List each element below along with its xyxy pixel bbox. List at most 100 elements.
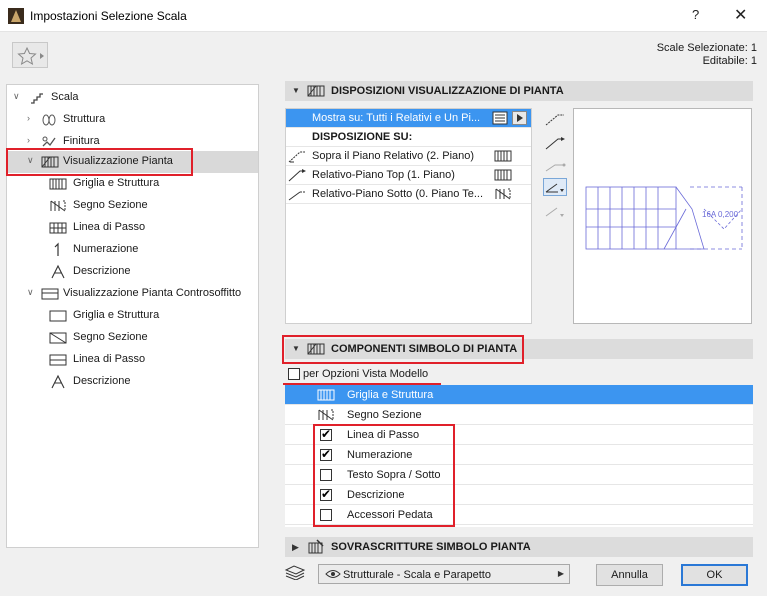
stair-top-icon — [288, 169, 308, 182]
cancel-button[interactable]: Annulla — [596, 564, 663, 586]
show-on-label: Mostra su: Tutti i Relativi e Un Pi... — [312, 112, 481, 124]
component-label: Griglia e Struttura — [347, 389, 434, 401]
tree-item-label: Descrizione — [73, 265, 131, 277]
display-layout-list: Mostra su: Tutti i Relativi e Un Pi... D… — [285, 108, 532, 324]
layout-row-label: Relativo-Piano Top (1. Piano) — [312, 169, 455, 181]
layout-row-label: Relativo-Piano Sotto (0. Piano Te... — [312, 188, 484, 200]
tree-item-label: Visualizzazione Pianta Controsoffitto — [63, 287, 242, 299]
section-mark-outline-icon — [49, 330, 67, 346]
tree-item-label: Segno Sezione — [73, 331, 148, 343]
editable-count: Editabile: 1 — [702, 55, 757, 67]
close-button[interactable]: ✕ — [734, 5, 747, 25]
tree-item-label: Linea di Passo — [73, 353, 146, 365]
ok-button[interactable]: OK — [681, 564, 748, 586]
expand-triangle-icon[interactable]: ▶ — [292, 542, 299, 553]
list-icon — [492, 111, 508, 125]
component-label: Segno Sezione — [347, 409, 422, 421]
chevron-down-icon[interactable]: ∨ — [27, 287, 37, 298]
grid-structure-icon — [494, 150, 512, 162]
walking-line-icon — [49, 220, 67, 236]
help-button[interactable]: ? — [692, 7, 699, 22]
tree-item-visualizzazione-controsoffitto[interactable]: ∨ Visualizzazione Pianta Controsoffitto — [7, 283, 258, 305]
archicad-app-icon — [8, 8, 24, 24]
tree-item-linea-passo-rcp[interactable]: Linea di Passo — [7, 349, 258, 371]
collapse-triangle-icon[interactable]: ▼ — [292, 86, 300, 95]
play-arrow-button[interactable] — [512, 111, 527, 125]
eye-icon — [325, 568, 341, 580]
stair-bottom-tool[interactable] — [543, 202, 567, 220]
tree-item-linea-passo[interactable]: Linea di Passo — [7, 217, 258, 239]
chevron-right-icon[interactable]: › — [27, 135, 37, 145]
tree-item-descrizione[interactable]: Descrizione — [7, 261, 258, 283]
stair-middle-tool[interactable] — [543, 158, 567, 176]
stair-drawing: 16A 0,200 — [585, 186, 743, 250]
tree-item-griglia-struttura[interactable]: Griglia e Struttura — [7, 173, 258, 195]
grid-structure-icon — [49, 176, 67, 192]
model-view-value: Strutturale - Scala e Parapetto — [343, 569, 491, 581]
plan-view-icon — [307, 83, 325, 99]
layout-on-heading-row: DISPOSIZIONE SU: — [286, 128, 531, 147]
stair-below-icon — [288, 188, 308, 201]
stair-top-tool[interactable] — [543, 134, 567, 152]
tree-item-segno-sezione-rcp[interactable]: Segno Sezione — [7, 327, 258, 349]
stair-plan-preview: 16A 0,200 — [573, 108, 752, 324]
description-icon — [49, 374, 65, 390]
highlight-box-tree — [6, 148, 193, 176]
layout-row[interactable]: Sopra il Piano Relativo (2. Piano) — [286, 147, 531, 166]
ceiling-plan-icon — [41, 286, 59, 302]
stair-above-icon — [288, 150, 308, 163]
tree-item-descrizione-rcp[interactable]: Descrizione — [7, 371, 258, 393]
model-view-layers-icon — [284, 564, 306, 580]
dropdown-arrow-icon: ▶ — [557, 569, 564, 578]
model-view-options-label[interactable]: per Opzioni Vista Modello — [303, 368, 428, 380]
section-header-display[interactable]: ▼ DISPOSIZIONI VISUALIZZAZIONE DI PIANTA — [285, 81, 753, 101]
model-view-options-checkbox[interactable] — [288, 368, 300, 380]
tree-item-label: Griglia e Struttura — [73, 309, 160, 321]
section-title: SOVRASCRITTURE SIMBOLO PIANTA — [331, 541, 531, 553]
tree-item-label: Descrizione — [73, 375, 131, 387]
grid-structure-icon — [494, 169, 512, 181]
layout-row[interactable]: Relativo-Piano Top (1. Piano) — [286, 166, 531, 185]
layout-tool-strip — [541, 108, 569, 324]
tree-item-numerazione[interactable]: Numerazione — [7, 239, 258, 261]
preview-label: 16A 0,200 — [702, 210, 739, 219]
component-row[interactable]: Segno Sezione — [285, 405, 753, 425]
highlight-box-components — [282, 335, 524, 364]
tree-item-label: Scala — [51, 91, 79, 103]
tree-item-scala[interactable]: ∨ Scala — [7, 87, 258, 109]
favorites-button[interactable] — [12, 42, 48, 68]
layout-row[interactable]: Relativo-Piano Sotto (0. Piano Te... — [286, 185, 531, 204]
section-header-overrides[interactable]: ▶ SOVRASCRITTURE SIMBOLO PIANTA — [285, 537, 753, 557]
layout-on-heading: DISPOSIZIONE SU: — [312, 131, 413, 143]
selected-count: Scale Selezionate: 1 — [656, 42, 757, 54]
layout-row-label: Sopra il Piano Relativo (2. Piano) — [312, 150, 475, 162]
tree-item-struttura[interactable]: › Struttura — [7, 109, 258, 131]
star-icon — [17, 46, 44, 66]
tree-item-label: Struttura — [63, 113, 106, 125]
override-icon — [307, 539, 325, 555]
tree-item-griglia-struttura-rcp[interactable]: Griglia e Struttura — [7, 305, 258, 327]
tree-item-label: Linea di Passo — [73, 221, 146, 233]
tree-item-label: Finitura — [63, 135, 100, 147]
chevron-right-icon[interactable]: › — [27, 113, 37, 123]
structure-icon — [41, 112, 57, 128]
numbering-icon — [49, 242, 65, 258]
walking-line-outline-icon — [49, 352, 67, 368]
tree-item-label: Segno Sezione — [73, 199, 148, 211]
stair-icon — [29, 90, 45, 106]
stair-below-tool[interactable] — [543, 178, 567, 196]
grid-outline-icon — [49, 308, 67, 324]
section-title: DISPOSIZIONI VISUALIZZAZIONE DI PIANTA — [331, 85, 564, 97]
tree-item-label: Numerazione — [73, 243, 139, 255]
window-title: Impostazioni Selezione Scala — [30, 9, 187, 23]
tree-item-label: Griglia e Struttura — [73, 177, 160, 189]
model-view-select[interactable]: Strutturale - Scala e Parapetto ▶ — [318, 564, 570, 584]
tree-item-segno-sezione[interactable]: Segno Sezione — [7, 195, 258, 217]
highlight-box-checkboxes — [313, 424, 455, 527]
chevron-down-icon[interactable]: ∨ — [13, 91, 23, 102]
section-mark-icon — [49, 198, 66, 214]
section-mark-icon — [494, 188, 512, 200]
show-on-row[interactable]: Mostra su: Tutti i Relativi e Un Pi... — [286, 109, 531, 128]
stair-above-tool[interactable] — [543, 110, 567, 128]
component-row-selected[interactable]: Griglia e Struttura — [285, 385, 753, 405]
